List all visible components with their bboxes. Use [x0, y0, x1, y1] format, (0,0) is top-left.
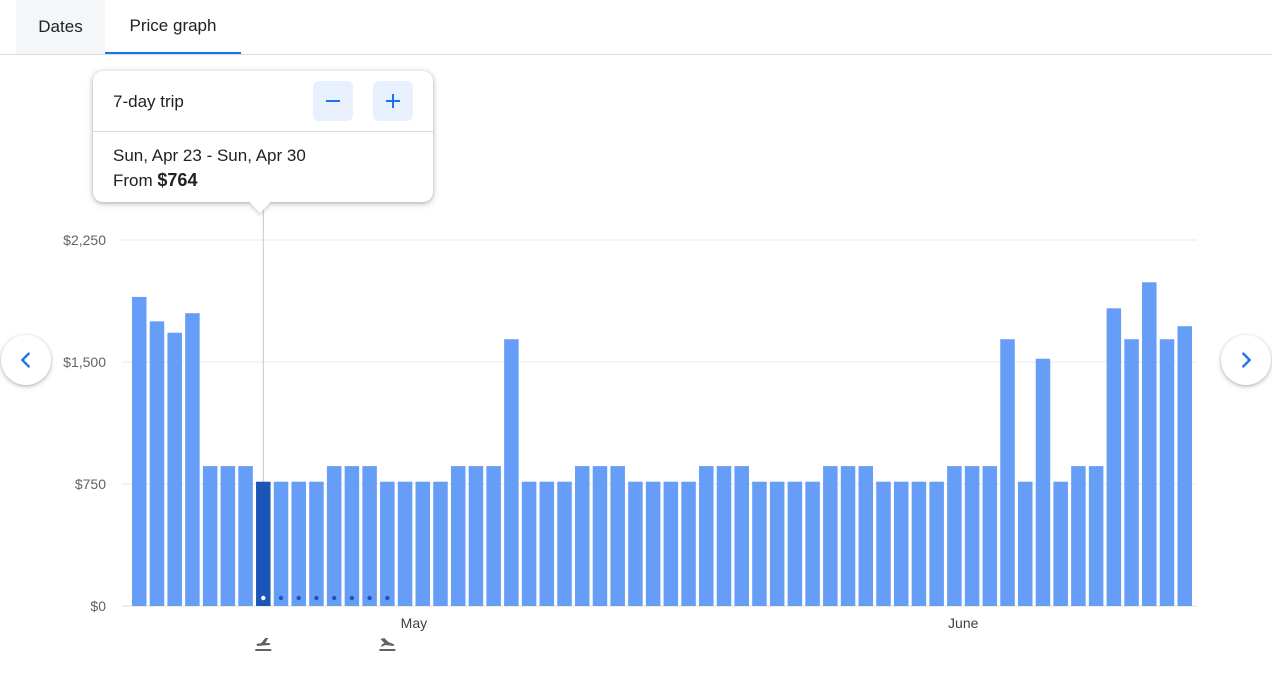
- price-bar[interactable]: [982, 466, 998, 606]
- return-plane-icon: [379, 638, 396, 651]
- x-tick-label: June: [948, 615, 979, 631]
- from-label: From: [113, 171, 153, 190]
- price-bar[interactable]: [823, 466, 838, 606]
- x-tick-label: May: [401, 615, 427, 631]
- price-bar[interactable]: [592, 466, 608, 606]
- price-bar[interactable]: [911, 481, 927, 606]
- price-bar[interactable]: [1000, 339, 1015, 606]
- increase-trip-length-button[interactable]: [373, 81, 413, 121]
- departure-plane-icon: [255, 638, 272, 651]
- trip-dates: Sun, Apr 23 - Sun, Apr 30: [113, 146, 306, 165]
- price-bar[interactable]: [1124, 339, 1139, 606]
- price-bar[interactable]: [1159, 339, 1175, 606]
- price-bar[interactable]: [220, 466, 236, 606]
- price-bar[interactable]: [787, 481, 803, 606]
- previous-dates-button[interactable]: [1, 335, 51, 385]
- price-bar[interactable]: [1071, 466, 1086, 606]
- y-tick-label: $2,250: [63, 232, 106, 248]
- price-bar[interactable]: [557, 481, 572, 606]
- price-bar[interactable]: [876, 481, 891, 606]
- price-bar[interactable]: [752, 481, 767, 606]
- y-tick-label: $0: [90, 598, 106, 614]
- price-bar[interactable]: [433, 481, 448, 606]
- price-bar[interactable]: [450, 466, 466, 606]
- selected-price-bar[interactable]: [256, 481, 271, 606]
- price-bar[interactable]: [575, 466, 590, 606]
- trip-day-dot: [314, 595, 319, 601]
- plus-icon: [386, 94, 400, 108]
- price-bar[interactable]: [769, 481, 785, 606]
- trip-length-label: 7-day trip: [113, 92, 184, 111]
- price-bar[interactable]: [1053, 481, 1068, 606]
- price-bar[interactable]: [273, 481, 289, 606]
- price-bar[interactable]: [415, 481, 431, 606]
- price-bar[interactable]: [681, 481, 696, 606]
- y-tick-label: $1,500: [63, 354, 106, 370]
- price-bar[interactable]: [291, 481, 306, 606]
- price-bar[interactable]: [1018, 481, 1033, 606]
- next-dates-button[interactable]: [1221, 335, 1271, 385]
- price-bar[interactable]: [699, 466, 714, 606]
- chevron-right-icon: [1242, 352, 1251, 368]
- price-bar[interactable]: [805, 481, 820, 606]
- price-bar[interactable]: [504, 339, 519, 606]
- price-bar[interactable]: [539, 481, 555, 606]
- trip-price-popup: 7-day trip Sun, Apr 23 - Sun, Apr 30 Fro…: [93, 71, 433, 202]
- trip-day-dot: [349, 595, 355, 601]
- price-bar[interactable]: [309, 481, 324, 606]
- price-bar[interactable]: [734, 466, 749, 606]
- trip-day-dot: [261, 595, 266, 601]
- price-bar[interactable]: [610, 466, 625, 606]
- price-bar[interactable]: [1035, 358, 1051, 606]
- price-bar[interactable]: [238, 466, 253, 606]
- price-bar[interactable]: [185, 313, 200, 606]
- trip-day-dot: [296, 595, 301, 601]
- trip-length-row: 7-day trip: [93, 71, 433, 132]
- price-bar[interactable]: [964, 466, 980, 606]
- price-bar[interactable]: [1142, 282, 1157, 606]
- trip-day-dot: [278, 595, 284, 601]
- price-bar[interactable]: [645, 481, 661, 606]
- price-bar[interactable]: [840, 466, 856, 606]
- trip-day-dot: [367, 595, 372, 601]
- price-bar[interactable]: [468, 466, 484, 606]
- price-bar[interactable]: [380, 481, 395, 606]
- price-bar[interactable]: [1106, 308, 1122, 606]
- decrease-trip-length-button[interactable]: [313, 81, 353, 121]
- y-tick-label: $750: [75, 476, 106, 492]
- trip-price: $764: [157, 170, 198, 190]
- price-bar[interactable]: [167, 332, 182, 606]
- price-bar[interactable]: [486, 466, 501, 606]
- price-bar[interactable]: [947, 466, 962, 606]
- price-bar[interactable]: [663, 481, 679, 606]
- minus-icon: [326, 100, 340, 102]
- price-bar[interactable]: [344, 466, 360, 606]
- price-bar[interactable]: [132, 296, 147, 606]
- price-bar[interactable]: [149, 321, 165, 606]
- price-bar[interactable]: [929, 481, 944, 606]
- trip-price-line: From $764: [113, 170, 197, 191]
- price-bar[interactable]: [628, 481, 643, 606]
- price-bar[interactable]: [1177, 326, 1192, 606]
- price-bar[interactable]: [521, 481, 537, 606]
- price-bar[interactable]: [716, 466, 732, 606]
- chevron-left-icon: [21, 352, 30, 368]
- price-bar[interactable]: [858, 466, 874, 606]
- trip-day-dot: [385, 595, 390, 601]
- price-bar[interactable]: [893, 481, 909, 606]
- price-bar[interactable]: [202, 466, 218, 606]
- price-bar[interactable]: [397, 481, 413, 606]
- price-bar[interactable]: [326, 466, 342, 606]
- price-bar[interactable]: [362, 466, 377, 606]
- trip-day-dot: [331, 595, 337, 601]
- price-bar[interactable]: [1088, 466, 1104, 606]
